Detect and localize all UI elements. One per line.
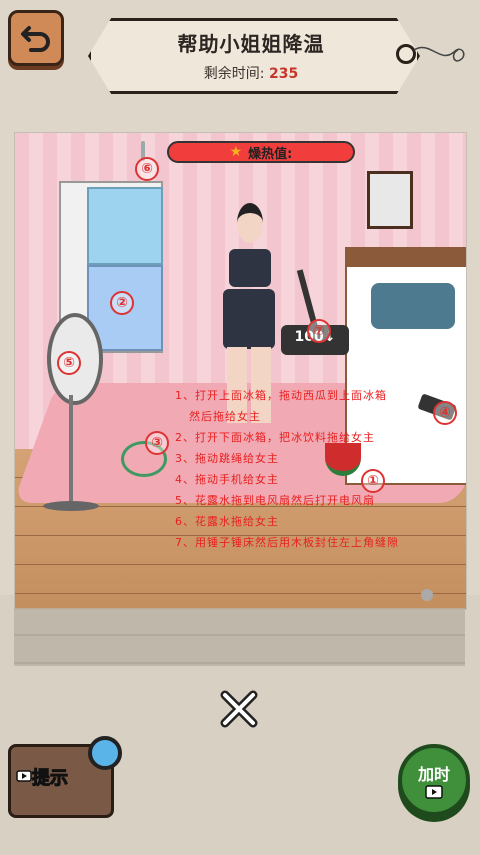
marker-3: ③ <box>145 431 169 455</box>
timer-label: 剩余时间: <box>203 66 265 82</box>
wall-portrait <box>367 171 413 229</box>
solution-steps: 1、打开上面冰箱，拖动西瓜到上面冰箱 然后拖给女主 2、打开下面冰箱，把冰饮料拖… <box>175 385 465 553</box>
step-4: 4、拖动手机给女主 <box>175 473 279 486</box>
bed-headboard <box>345 247 466 267</box>
close-icon <box>220 690 258 728</box>
game-scene[interactable]: ★ 燥热值: 100↓ ② ⑥ ⑤ ⑦ ③ ④ ① 1、打开上面冰箱，拖动西瓜到… <box>14 132 467 610</box>
marker-6: ⑥ <box>135 157 159 181</box>
heat-label: 燥热值: <box>248 146 293 162</box>
marker-2: ② <box>110 291 134 315</box>
step-2: 2、打开下面冰箱，把冰饮料拖给女主 <box>175 431 375 444</box>
hint-label: 提示 <box>32 768 69 790</box>
step-3: 3、拖动跳绳给女主 <box>175 452 279 465</box>
step-5: 5、花露水拖到电风扇然后打开电风扇 <box>175 494 375 507</box>
step-1-cont: 然后拖给女主 <box>189 410 261 423</box>
lower-floor <box>14 608 465 666</box>
string-decoration <box>413 46 465 62</box>
add-time-button[interactable]: 加时 <box>398 744 470 816</box>
marker-5: ⑤ <box>57 351 81 375</box>
video-icon <box>16 770 32 782</box>
title-banner-content: 帮助小姐姐降温 剩余时间: 235 <box>88 18 414 88</box>
folded-blanket <box>371 283 455 329</box>
video-icon <box>425 785 443 799</box>
step-6: 6、花露水拖给女主 <box>175 515 279 528</box>
fan-base <box>43 501 99 511</box>
step-7: 7、用锤子锤床然后用木板封住左上角缝隙 <box>175 536 399 549</box>
magnifier-icon <box>88 736 122 770</box>
add-time-label: 加时 <box>417 765 450 784</box>
heat-meter: ★ 燥热值: <box>167 141 355 163</box>
close-button[interactable] <box>216 686 262 732</box>
thumb-icon: ★ <box>229 144 243 160</box>
marker-7: ⑦ <box>307 319 331 343</box>
fridge-top-door[interactable] <box>87 187 163 265</box>
back-button[interactable] <box>8 10 64 66</box>
hint-button[interactable]: 提示 <box>8 736 122 818</box>
timer: 剩余时间: 235 <box>88 63 414 83</box>
level-title: 帮助小姐姐降温 <box>177 32 325 56</box>
timer-value: 235 <box>268 66 299 82</box>
fan-pole <box>69 395 73 507</box>
back-arrow-icon <box>21 26 50 52</box>
step-1: 1、打开上面冰箱，拖动西瓜到上面冰箱 <box>175 389 387 402</box>
page-dot <box>421 589 433 601</box>
